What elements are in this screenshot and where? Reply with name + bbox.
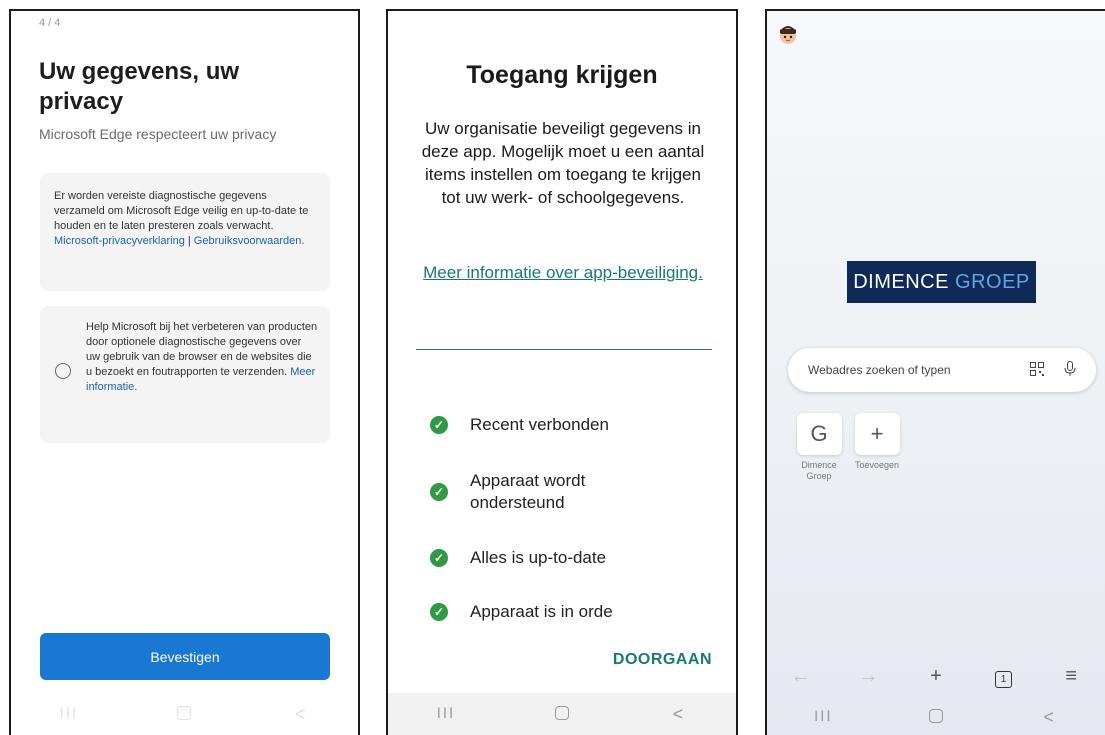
terms-of-use-link[interactable]: Gebruiksvoorwaarden. [194, 235, 305, 247]
optional-diagnostics-card[interactable]: Help Microsoft bij het verbeteren van pr… [40, 306, 330, 443]
page-title: Uw gegevens, uw privacy [39, 58, 240, 115]
required-diagnostics-card: Er worden vereiste diagnostische gegeven… [40, 173, 330, 291]
home-icon [177, 705, 192, 720]
tab-count: 1 [995, 670, 1013, 688]
system-navbar: III < [11, 693, 358, 735]
check-circle-icon: ✓ [430, 603, 448, 621]
optional-diagnostics-radio[interactable] [55, 363, 71, 379]
check-circle-icon: ✓ [430, 549, 448, 567]
edge-privacy-screen: 4 / 4 Uw gegevens, uw privacy Microsoft … [9, 9, 360, 735]
link-separator: | [187, 235, 191, 247]
home-icon [928, 708, 943, 723]
add-site-tile[interactable]: + Toevoegen [854, 413, 900, 471]
tabs-button[interactable]: 1 [979, 665, 1029, 688]
back-arrow-icon[interactable]: ← [776, 665, 826, 688]
divider [416, 349, 712, 350]
check-item: ✓ Apparaat is in orde [430, 601, 670, 623]
optional-diagnostics-text: Help Microsoft bij het verbeteren van pr… [86, 321, 318, 378]
check-circle-icon: ✓ [430, 483, 448, 501]
menu-icon[interactable]: ≡ [1046, 665, 1096, 688]
recent-apps-button[interactable]: III [416, 706, 476, 722]
check-item: ✓ Apparaat wordt ondersteund [430, 470, 670, 514]
organization-logo: DIMENCE GROEP [847, 261, 1036, 303]
continue-button[interactable]: DOORGAAN [613, 651, 712, 669]
confirm-button[interactable]: Bevestigen [40, 633, 330, 680]
quick-link-tile[interactable]: G Dimence Groep [796, 413, 842, 482]
profile-avatar-icon[interactable] [777, 23, 799, 45]
browser-toolbar: ← → + 1 ≡ [767, 656, 1105, 696]
step-indicator: 4 / 4 [39, 17, 61, 29]
home-icon [555, 705, 569, 720]
new-tab-plus-icon[interactable]: + [911, 665, 961, 688]
page-title: Toegang krijgen [466, 61, 658, 89]
tile-label: Toevoegen [854, 460, 900, 470]
search-placeholder[interactable]: Webadres zoeken of typen [808, 363, 1010, 377]
system-navbar: III < [388, 693, 736, 735]
tile-label: Dimence Groep [801, 460, 837, 481]
logo-word-2: GROEP [955, 271, 1030, 293]
home-button[interactable] [154, 704, 214, 725]
plus-icon: + [854, 413, 900, 455]
edge-new-tab-screen: DIMENCE GROEP Webadres zoeken of typen G… [765, 9, 1105, 735]
check-item: ✓ Recent verbonden [430, 414, 670, 436]
site-favicon: G [796, 413, 842, 455]
microphone-icon[interactable] [1064, 360, 1076, 380]
back-button[interactable]: < [1019, 707, 1079, 728]
qr-code-icon[interactable] [1030, 361, 1044, 379]
logo-word-1: DIMENCE [853, 271, 949, 293]
home-button[interactable] [906, 707, 966, 728]
recent-apps-button[interactable]: III [793, 709, 853, 725]
app-protection-info-link[interactable]: Meer informatie over app-beveiliging. [418, 261, 708, 284]
home-button[interactable] [532, 704, 592, 725]
address-search-bar[interactable]: Webadres zoeken of typen [788, 348, 1096, 392]
required-diagnostics-text: Er worden vereiste diagnostische gegeven… [54, 190, 309, 232]
recent-apps-button[interactable]: III [39, 706, 99, 722]
forward-arrow-icon[interactable]: → [843, 665, 893, 688]
page-subtitle: Microsoft Edge respecteert uw privacy [39, 126, 277, 142]
privacy-statement-link[interactable]: Microsoft-privacyverklaring [54, 235, 185, 247]
check-label: Alles is up-to-date [470, 548, 607, 567]
back-button[interactable]: < [270, 704, 330, 725]
check-label: Apparaat wordt ondersteund [470, 471, 586, 512]
back-button[interactable]: < [648, 704, 708, 725]
system-navbar: III < [767, 696, 1105, 735]
get-access-screen: Toegang krijgen Uw organisatie beveiligt… [386, 9, 738, 735]
check-label: Recent verbonden [470, 415, 609, 434]
check-circle-icon: ✓ [430, 416, 448, 434]
check-item: ✓ Alles is up-to-date [430, 547, 670, 569]
access-description: Uw organisatie beveiligt gegevens in dez… [421, 119, 705, 207]
check-label: Apparaat is in orde [470, 602, 613, 621]
